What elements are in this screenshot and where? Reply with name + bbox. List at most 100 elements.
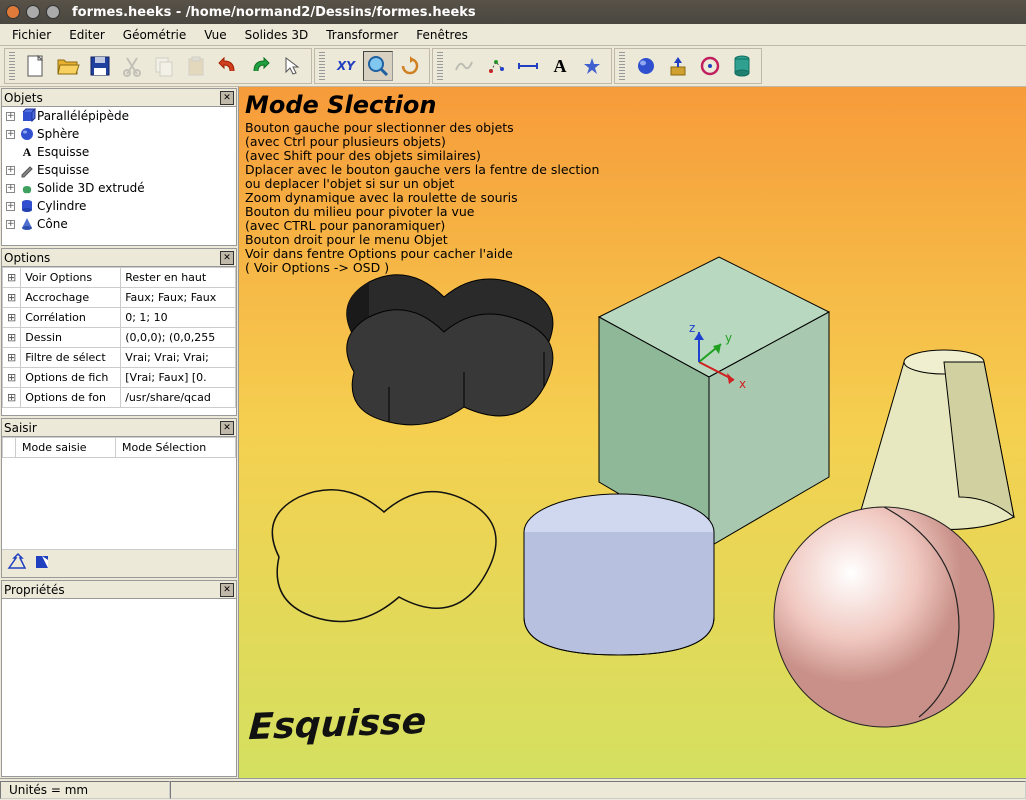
xy-view-button[interactable]: XY bbox=[331, 51, 361, 81]
option-value[interactable]: 0; 1; 10 bbox=[121, 308, 236, 328]
close-icon[interactable]: ✕ bbox=[220, 421, 234, 435]
expand-icon[interactable]: ⊞ bbox=[3, 308, 21, 328]
expand-icon[interactable]: + bbox=[6, 220, 15, 229]
expand-icon[interactable]: ⊞ bbox=[3, 328, 21, 348]
sphere-button[interactable] bbox=[631, 51, 661, 81]
expand-icon[interactable]: + bbox=[6, 130, 15, 139]
option-key: Accrochage bbox=[21, 288, 121, 308]
open-file-button[interactable] bbox=[53, 51, 83, 81]
expand-icon[interactable]: + bbox=[6, 166, 15, 175]
workspace: Objets ✕ +Parallélépipède + Sphère AEsqui… bbox=[0, 87, 1026, 778]
revolve-button[interactable] bbox=[695, 51, 725, 81]
scene-cylinder[interactable] bbox=[524, 494, 714, 655]
cylinder-icon bbox=[19, 198, 35, 214]
option-value[interactable]: Faux; Faux; Faux bbox=[121, 288, 236, 308]
option-value[interactable]: Rester en haut bbox=[121, 268, 236, 288]
saisir-row[interactable]: Mode saisieMode Sélection bbox=[3, 438, 236, 458]
tree-item-sphere[interactable]: + Sphère bbox=[2, 125, 236, 143]
toolbar-solids bbox=[614, 48, 762, 84]
scene-cone[interactable] bbox=[859, 350, 1014, 530]
option-row[interactable]: ⊞Dessin(0,0,0); (0,0,255 bbox=[3, 328, 236, 348]
new-file-button[interactable] bbox=[21, 51, 51, 81]
tab-icon-1[interactable] bbox=[8, 554, 26, 573]
svg-text:x: x bbox=[739, 377, 746, 391]
viewport-3d[interactable]: Mode Slection Bouton gauche pour slectio… bbox=[239, 87, 1026, 778]
window-maximize-icon[interactable] bbox=[46, 5, 60, 19]
undo-button[interactable] bbox=[213, 51, 243, 81]
menu-transformer[interactable]: Transformer bbox=[318, 26, 406, 44]
star-tool-button[interactable] bbox=[577, 51, 607, 81]
copy-button[interactable] bbox=[149, 51, 179, 81]
scene-sketch[interactable] bbox=[272, 490, 496, 622]
expand-icon[interactable]: + bbox=[6, 202, 15, 211]
option-value[interactable]: Vrai; Vrai; Vrai; bbox=[121, 348, 236, 368]
tree-item-label: Sphère bbox=[37, 127, 79, 141]
points-button[interactable] bbox=[481, 51, 511, 81]
curve-button[interactable] bbox=[449, 51, 479, 81]
paste-button[interactable] bbox=[181, 51, 211, 81]
status-message bbox=[170, 781, 1026, 799]
select-button[interactable] bbox=[277, 51, 307, 81]
objects-tree[interactable]: +Parallélépipède + Sphère AEsquisse +Esqu… bbox=[2, 107, 236, 245]
viewport-scene: x y z bbox=[239, 87, 1026, 765]
proprietes-panel-header[interactable]: Propriétés ✕ bbox=[2, 581, 236, 599]
tree-item-cone[interactable]: +Cône bbox=[2, 215, 236, 233]
toolbar-grip[interactable] bbox=[9, 52, 15, 80]
close-icon[interactable]: ✕ bbox=[220, 91, 234, 105]
menu-fenetres[interactable]: Fenêtres bbox=[408, 26, 476, 44]
option-value[interactable]: /usr/share/qcad bbox=[121, 388, 236, 408]
expand-icon[interactable]: ⊞ bbox=[3, 288, 21, 308]
option-value[interactable]: [Vrai; Faux] [0. bbox=[121, 368, 236, 388]
menu-editer[interactable]: Editer bbox=[61, 26, 113, 44]
close-icon[interactable]: ✕ bbox=[220, 583, 234, 597]
tab-icon-2[interactable] bbox=[34, 554, 52, 573]
saisir-value[interactable]: Mode Sélection bbox=[116, 438, 236, 458]
window-close-icon[interactable] bbox=[6, 5, 20, 19]
options-panel-header[interactable]: Options ✕ bbox=[2, 249, 236, 267]
expand-icon[interactable]: ⊞ bbox=[3, 368, 21, 388]
toolbar-grip[interactable] bbox=[437, 52, 443, 80]
option-value[interactable]: (0,0,0); (0,0,255 bbox=[121, 328, 236, 348]
expand-icon[interactable]: ⊞ bbox=[3, 268, 21, 288]
tree-item-parallelepipede[interactable]: +Parallélépipède bbox=[2, 107, 236, 125]
panel-title: Options bbox=[4, 251, 50, 265]
dimension-button[interactable] bbox=[513, 51, 543, 81]
option-row[interactable]: ⊞Options de fon/usr/share/qcad bbox=[3, 388, 236, 408]
expand-icon[interactable]: ⊞ bbox=[3, 348, 21, 368]
menu-geometrie[interactable]: Géométrie bbox=[115, 26, 194, 44]
cylinder-button[interactable] bbox=[727, 51, 757, 81]
options-table[interactable]: ⊞Voir OptionsRester en haut ⊞AccrochageF… bbox=[2, 267, 236, 415]
cut-button[interactable] bbox=[117, 51, 147, 81]
expand-icon[interactable]: + bbox=[6, 112, 15, 121]
option-row[interactable]: ⊞Corrélation0; 1; 10 bbox=[3, 308, 236, 328]
menu-fichier[interactable]: Fichier bbox=[4, 26, 59, 44]
text-button[interactable]: A bbox=[545, 51, 575, 81]
expand-icon[interactable]: ⊞ bbox=[3, 388, 21, 408]
extrude-button[interactable] bbox=[663, 51, 693, 81]
window-minimize-icon[interactable] bbox=[26, 5, 40, 19]
close-icon[interactable]: ✕ bbox=[220, 251, 234, 265]
scene-sphere[interactable] bbox=[774, 507, 994, 727]
option-row[interactable]: ⊞Options de fich[Vrai; Faux] [0. bbox=[3, 368, 236, 388]
option-row[interactable]: ⊞Voir OptionsRester en haut bbox=[3, 268, 236, 288]
save-file-button[interactable] bbox=[85, 51, 115, 81]
toolbar-grip[interactable] bbox=[619, 52, 625, 80]
saisir-panel-header[interactable]: Saisir ✕ bbox=[2, 419, 236, 437]
toolbar-grip[interactable] bbox=[319, 52, 325, 80]
option-row[interactable]: ⊞AccrochageFaux; Faux; Faux bbox=[3, 288, 236, 308]
expand-icon[interactable]: + bbox=[6, 184, 15, 193]
objects-panel-header[interactable]: Objets ✕ bbox=[2, 89, 236, 107]
menu-vue[interactable]: Vue bbox=[196, 26, 234, 44]
tree-item-solide-extrude[interactable]: +Solide 3D extrudé bbox=[2, 179, 236, 197]
tree-item-esquisse-text[interactable]: AEsquisse bbox=[2, 143, 236, 161]
scene-extruded-solid[interactable] bbox=[347, 275, 553, 425]
tree-item-cylindre[interactable]: +Cylindre bbox=[2, 197, 236, 215]
zoom-fit-button[interactable] bbox=[363, 51, 393, 81]
panel-title: Objets bbox=[4, 91, 43, 105]
refresh-view-button[interactable] bbox=[395, 51, 425, 81]
menu-solides3d[interactable]: Solides 3D bbox=[237, 26, 317, 44]
redo-button[interactable] bbox=[245, 51, 275, 81]
option-row[interactable]: ⊞Filtre de sélectVrai; Vrai; Vrai; bbox=[3, 348, 236, 368]
saisir-key: Mode saisie bbox=[16, 438, 116, 458]
tree-item-esquisse[interactable]: +Esquisse bbox=[2, 161, 236, 179]
